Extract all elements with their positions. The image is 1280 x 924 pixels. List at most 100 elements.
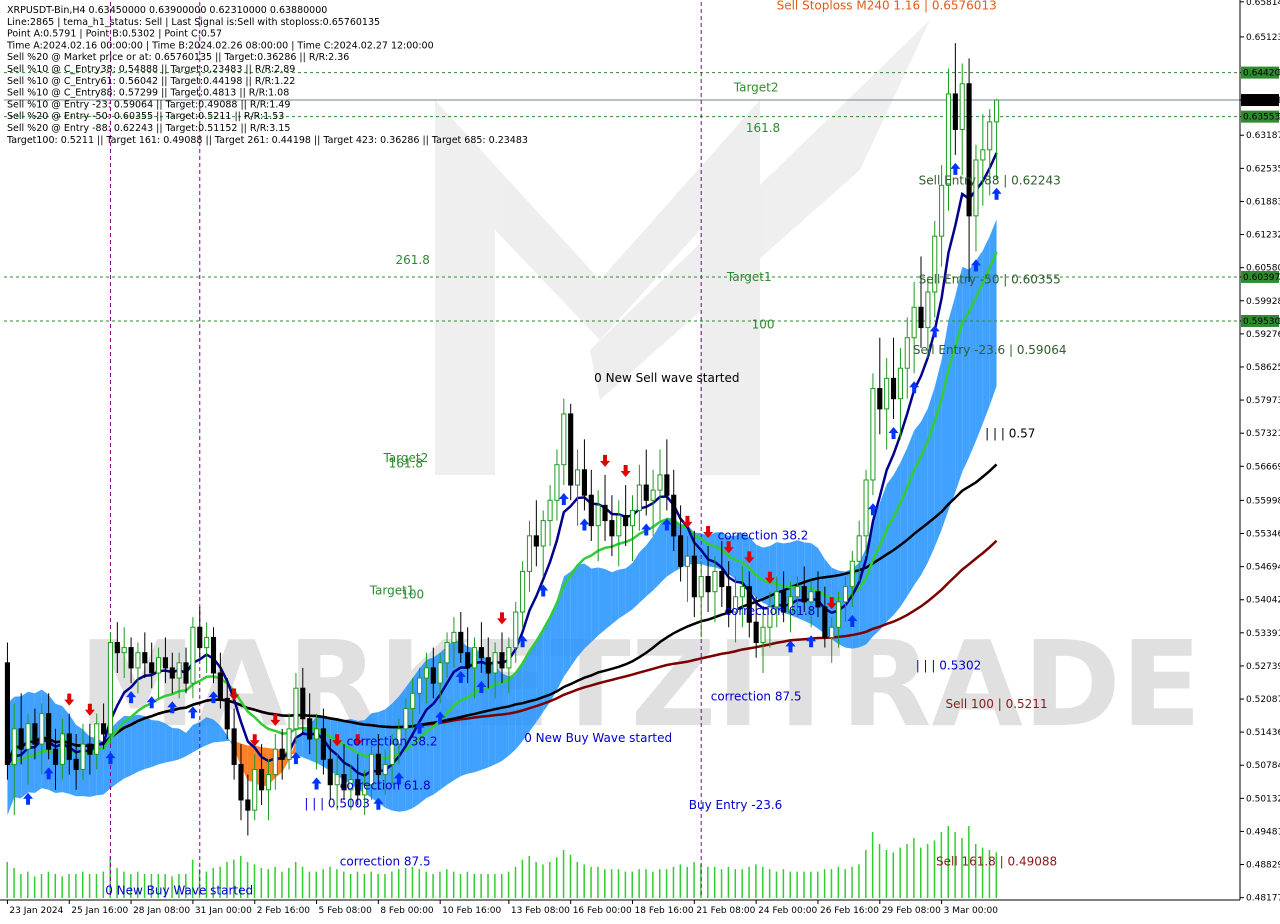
candle-body xyxy=(987,121,993,151)
volume-bar xyxy=(528,856,530,898)
candle-body xyxy=(121,647,127,654)
volume-bar xyxy=(707,866,709,898)
y-tick-label: 0.61883 xyxy=(1246,197,1280,207)
candle-body xyxy=(204,636,210,649)
volume-bar xyxy=(555,857,558,898)
cloud-segment xyxy=(625,563,633,614)
candle-body xyxy=(705,575,711,593)
candle-body xyxy=(259,768,265,791)
cloud-segment xyxy=(199,717,207,749)
cloud-segment xyxy=(453,640,461,781)
candle-body xyxy=(629,509,636,527)
volume-bar xyxy=(54,874,57,898)
candle-body xyxy=(327,758,333,786)
candle-body xyxy=(375,753,381,776)
candle-body xyxy=(18,728,24,750)
volume-bar xyxy=(439,871,441,898)
annotation-label: 100 xyxy=(401,587,424,601)
volume-bar xyxy=(95,874,98,898)
candle-body xyxy=(568,413,574,486)
candle-body xyxy=(265,774,272,791)
volume-bar xyxy=(920,847,922,898)
volume-bar xyxy=(816,871,819,898)
volume-bar xyxy=(590,866,592,898)
info-line: Sell %10 @ Entry -23: 0.59064 || Target:… xyxy=(7,99,290,110)
y-tick-label: 0.63187 xyxy=(1246,131,1280,141)
volume-bar xyxy=(81,871,84,898)
volume-bar xyxy=(315,871,318,898)
candle-body xyxy=(801,586,807,603)
candle-body xyxy=(753,621,759,644)
cloud-segment xyxy=(962,266,970,472)
info-line: Sell %10 @ C_Entry88: 0.57299 || Target:… xyxy=(7,88,289,99)
x-tick-label: 5 Feb 08:00 xyxy=(319,906,373,916)
candle-body xyxy=(437,662,443,684)
candle-body xyxy=(471,647,478,669)
cloud-segment xyxy=(158,720,166,765)
candle-body xyxy=(101,723,107,735)
candle-body xyxy=(671,494,677,537)
candle-body xyxy=(822,606,828,638)
volume-bar xyxy=(411,866,414,898)
candle-body xyxy=(403,708,409,730)
candle-body xyxy=(520,570,526,613)
candle-body xyxy=(320,728,326,760)
cloud-segment xyxy=(646,536,654,597)
candle-body xyxy=(382,763,388,776)
volume-bar xyxy=(837,866,840,898)
candle-body xyxy=(149,662,155,674)
cloud-segment xyxy=(969,260,976,458)
volume-bar xyxy=(741,869,743,898)
volume-bar xyxy=(652,871,654,898)
volume-bar xyxy=(789,871,791,898)
volume-bar xyxy=(686,866,688,898)
volume-bar xyxy=(6,862,8,898)
annotation-label: correction 38.2 xyxy=(347,735,438,749)
cloud-segment xyxy=(591,567,599,643)
candle-body xyxy=(423,667,430,679)
y-tick-label: 0.57321 xyxy=(1246,429,1280,439)
candle-body xyxy=(224,697,230,730)
candle-body xyxy=(561,413,567,466)
volume-bar xyxy=(851,866,853,898)
candle-body xyxy=(25,723,31,750)
candle-body xyxy=(856,535,862,562)
x-tick-label: 29 Feb 08:00 xyxy=(882,906,941,916)
candle-body xyxy=(52,748,59,765)
candle-body xyxy=(197,626,203,649)
candle-body xyxy=(506,647,512,669)
price-chart[interactable]: MARKETZITRADE Sell Stoploss M240 1.16 | … xyxy=(0,0,1280,920)
y-tick-label: 0.49481 xyxy=(1246,827,1280,837)
candle-body xyxy=(939,184,945,237)
volume-bar xyxy=(727,866,730,898)
info-line: Sell %20 @ Entry -50: 0.60355 || Target:… xyxy=(7,111,284,122)
annotation-label: 161.8 xyxy=(746,121,780,135)
x-tick-label: 3 Mar 00:00 xyxy=(944,906,999,916)
volume-bar xyxy=(748,866,750,898)
candle-body xyxy=(73,758,79,770)
volume-bar xyxy=(384,874,386,898)
y-tick-label: 0.53391 xyxy=(1246,629,1280,639)
cloud-segment xyxy=(144,716,152,770)
annotation-label: Sell Entry -50 | 0.60355 xyxy=(919,272,1061,286)
volume-bar xyxy=(844,869,846,898)
candle-body xyxy=(760,626,766,644)
candle-body xyxy=(114,642,120,654)
cloud-segment xyxy=(639,545,647,603)
candle-body xyxy=(925,291,931,329)
cloud-segment xyxy=(577,563,585,657)
volume-bar xyxy=(301,866,304,898)
candle-body xyxy=(238,763,244,801)
candle-body xyxy=(252,768,258,811)
cloud-segment xyxy=(206,717,214,746)
annotation-label: correction 87.5 xyxy=(340,854,431,868)
candle-body xyxy=(636,484,642,511)
volume-bar xyxy=(823,869,826,898)
volume-bar xyxy=(288,868,290,898)
cloud-segment xyxy=(337,717,345,781)
cloud-segment xyxy=(563,571,571,677)
candle-body xyxy=(890,377,897,400)
volume-bar xyxy=(27,871,29,898)
candle-body xyxy=(32,723,38,745)
candle-body xyxy=(272,748,278,776)
